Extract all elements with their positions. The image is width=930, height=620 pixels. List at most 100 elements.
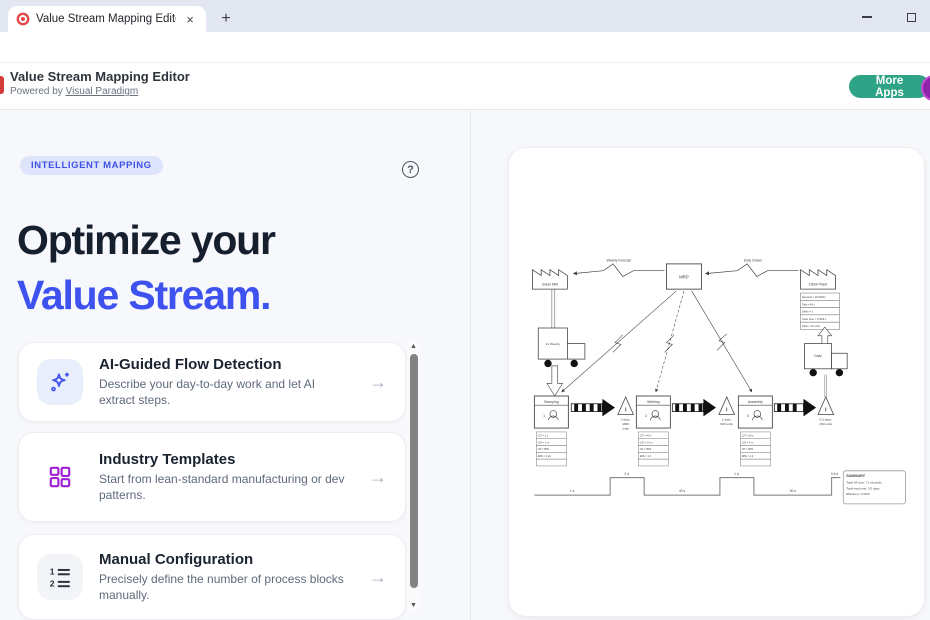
scroll-down-arrow[interactable]: ▼ — [407, 599, 420, 612]
svg-text:Takt = 46 s: Takt = 46 s — [802, 302, 815, 306]
svg-text:900 units: 900 units — [720, 422, 733, 426]
page-title: Optimize your Value Stream. — [17, 213, 275, 323]
svg-text:40 s: 40 s — [679, 489, 686, 493]
grid-icon — [37, 454, 83, 500]
svg-text:UP = 98%: UP = 98% — [742, 448, 754, 451]
svg-text:C/T = 30 s: C/T = 30 s — [742, 435, 754, 438]
arrow-right-icon: → — [369, 567, 387, 588]
browser-toolbar: ai-toolbox.visual-paradigm.com/app/value… — [0, 32, 930, 62]
value-stream-map: Steel Mill OEM Plant MRP Demand = 18,000… — [513, 248, 921, 544]
app-title: Value Stream Mapping Editor — [10, 69, 190, 84]
svg-text:2: 2 — [50, 578, 55, 588]
svg-text:Weekly Forecast: Weekly Forecast — [607, 258, 632, 262]
svg-text:1: 1 — [50, 566, 55, 576]
page-title-line1: Optimize your — [17, 213, 275, 268]
process-assembly: Assembly 4 C/T = 30 s C/O = 5 m UP = 98%… — [738, 396, 772, 466]
svg-text:Assembly: Assembly — [748, 400, 763, 404]
svg-text:1 d: 1 d — [734, 472, 739, 476]
svg-text:Daily Orders: Daily Orders — [744, 258, 763, 262]
svg-text:EPE = 1 d: EPE = 1 d — [742, 455, 754, 458]
app-logo — [0, 76, 4, 94]
svg-text:EPE = 1 wk: EPE = 1 wk — [538, 455, 552, 458]
svg-text:1800: 1800 — [622, 422, 629, 426]
card-description: Start from lean-standard manufacturing o… — [99, 471, 353, 503]
svg-text:1: 1 — [543, 414, 545, 418]
page-title-line2: Value Stream. — [17, 268, 275, 323]
supplier-factory: Steel Mill — [532, 270, 567, 289]
window-maximize-button[interactable] — [896, 8, 926, 26]
svg-text:Stamping: Stamping — [544, 400, 559, 404]
tab-strip: Value Stream Mapping Editor × + — [0, 0, 930, 32]
card-industry-templates[interactable]: Industry Templates Start from lean-stand… — [18, 432, 406, 522]
svg-text:0.5 d: 0.5 d — [831, 472, 838, 476]
svg-text:C/O = 10 m: C/O = 10 m — [640, 441, 653, 444]
favicon-icon — [16, 12, 30, 26]
svg-text:30 s: 30 s — [790, 489, 797, 493]
scroll-up-arrow[interactable]: ▲ — [407, 340, 420, 353]
svg-text:450 units: 450 units — [820, 422, 833, 426]
svg-text:Total lead time: 3.5 days: Total lead time: 3.5 days — [846, 486, 880, 490]
mrp-box: MRP — [666, 264, 701, 289]
svg-text:Total VA time: 71 seconds: Total VA time: 71 seconds — [846, 480, 882, 484]
card-description: Describe your day-to-day work and let AI… — [99, 376, 353, 408]
more-apps-button[interactable]: More Apps — [849, 75, 930, 98]
ai-sparkles-icon — [37, 359, 83, 405]
diagram-canvas: Steel Mill OEM Plant MRP Demand = 18,000… — [508, 147, 925, 617]
svg-text:Steel Mill: Steel Mill — [542, 282, 558, 287]
card-ai-guided-flow-detection[interactable]: AI-Guided Flow Detection Describe your d… — [18, 342, 406, 422]
arrow-right-icon: → — [369, 372, 387, 393]
svg-text:2x Weekly: 2x Weekly — [546, 342, 561, 346]
customer-factory: OEM Plant — [801, 270, 836, 289]
arrow-right-icon: → — [369, 467, 387, 488]
svg-text:1 s: 1 s — [570, 489, 575, 493]
inventory-triangle: I 0.5 days, 450 units — [818, 397, 834, 426]
process-welding: Welding 2 C/T = 40 s C/O = 10 m UP = 95%… — [636, 396, 670, 466]
tab-close-icon[interactable]: × — [182, 12, 198, 27]
card-manual-configuration[interactable]: 1 2 Manual Configuration Precisely defin… — [18, 534, 406, 620]
tab-title: Value Stream Mapping Editor — [36, 13, 176, 25]
svg-text:units: units — [622, 427, 629, 431]
svg-text:Daily: Daily — [814, 354, 822, 358]
svg-text:2 days,: 2 days, — [621, 417, 631, 421]
push-arrow — [571, 399, 615, 416]
help-button[interactable]: ? — [402, 161, 419, 178]
cards-scrollbar[interactable]: ▲ ▼ — [407, 340, 420, 612]
svg-text:C/T = 40 s: C/T = 40 s — [640, 435, 652, 438]
svg-text:2 d: 2 d — [624, 472, 629, 476]
svg-text:MRP: MRP — [679, 274, 689, 279]
svg-text:2: 2 — [645, 414, 647, 418]
svg-text:1 days,: 1 days, — [722, 417, 732, 421]
app-title-block: Value Stream Mapping Editor Powered by V… — [10, 69, 190, 97]
browser-tab[interactable]: Value Stream Mapping Editor × — [8, 6, 206, 32]
svg-text:OEM Plant: OEM Plant — [809, 282, 829, 287]
card-title: Manual Configuration — [99, 551, 353, 568]
timeline: 1 s 2 d 40 s 1 d 30 s 0.5 d — [534, 472, 840, 495]
summary-box: SUMMARY Total VA time: 71 seconds Total … — [843, 471, 905, 504]
svg-text:Shifts = 2: Shifts = 2 — [802, 310, 813, 314]
svg-text:EPE = 2 d: EPE = 2 d — [640, 455, 652, 458]
svg-text:Pack = 10 units: Pack = 10 units — [802, 324, 821, 328]
browser-window: Value Stream Mapping Editor × + ai-toolb… — [0, 0, 930, 620]
svg-text:UP = 95%: UP = 95% — [640, 448, 652, 451]
inventory-triangle: I 1 days, 900 units — [719, 397, 735, 426]
svg-text:Efficiency: 0.02%: Efficiency: 0.02% — [846, 492, 870, 496]
supplier-shipment: 2x Weekly — [538, 289, 585, 396]
window-minimize-button[interactable] — [852, 8, 882, 26]
svg-text:4: 4 — [747, 414, 749, 418]
svg-text:C/O = 5 m: C/O = 5 m — [742, 441, 754, 444]
panel-divider — [470, 110, 471, 620]
visual-paradigm-link[interactable]: Visual Paradigm — [66, 86, 139, 97]
powered-by-prefix: Powered by — [10, 86, 66, 97]
card-title: Industry Templates — [99, 451, 353, 468]
numbered-list-icon: 1 2 — [37, 554, 83, 600]
push-arrow — [774, 399, 816, 416]
svg-text:Avail. time = 27600 s: Avail. time = 27600 s — [802, 317, 827, 321]
process-stamping: Stamping 1 C/T = 1 s C/O = 1 hr UP = 85%… — [534, 396, 568, 466]
svg-text:SUMMARY: SUMMARY — [846, 474, 865, 478]
scrollbar-thumb[interactable] — [410, 354, 418, 588]
svg-text:Demand = 18,000/m: Demand = 18,000/m — [802, 295, 826, 299]
svg-text:UP = 85%: UP = 85% — [538, 448, 550, 451]
card-description: Precisely define the number of process b… — [99, 571, 353, 603]
new-tab-button[interactable]: + — [214, 8, 238, 32]
svg-text:C/T = 1 s: C/T = 1 s — [538, 435, 549, 438]
